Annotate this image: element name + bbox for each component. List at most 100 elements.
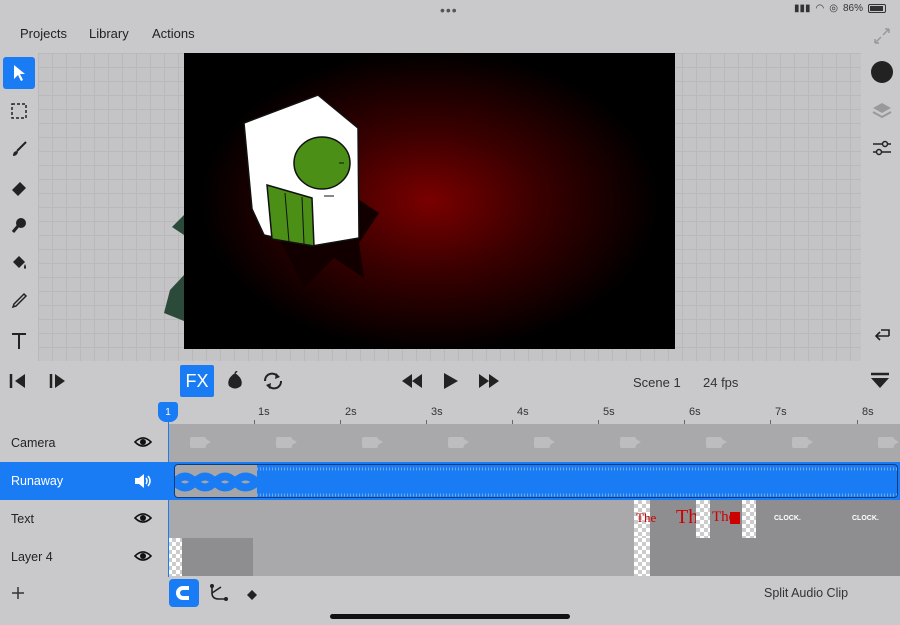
smudge-tool[interactable] <box>3 209 35 241</box>
text-lane[interactable]: The The The CLOCK. CLOCK. <box>168 500 900 538</box>
sliders-icon <box>873 140 891 156</box>
character-artwork <box>243 94 379 288</box>
text-t-icon <box>12 333 26 349</box>
audio-waveform <box>175 465 897 497</box>
current-color-icon <box>871 61 893 83</box>
adjustments-button[interactable] <box>868 134 896 162</box>
empty-frame <box>634 538 650 576</box>
undo-arrow-icon <box>874 329 890 341</box>
color-swatch-button[interactable] <box>868 58 896 86</box>
prev-frame-button[interactable] <box>8 372 28 395</box>
path-tool-button[interactable] <box>209 583 229 608</box>
layers-button[interactable] <box>868 97 896 125</box>
eraser-icon <box>12 182 26 196</box>
text-frame: CLOCK. <box>852 515 879 522</box>
track-layer-4[interactable]: Layer 4 <box>0 538 168 576</box>
expand-arrows-icon <box>874 28 890 44</box>
stage-canvas[interactable] <box>184 53 675 349</box>
track-label: Layer 4 <box>11 550 53 564</box>
onion-skin-button[interactable] <box>224 370 246 396</box>
text-tool[interactable] <box>3 325 35 357</box>
camera-keyframe-icon <box>792 437 813 448</box>
orientation-lock-icon: ◎ <box>829 3 838 14</box>
battery-icon <box>868 4 886 13</box>
fullscreen-button[interactable] <box>868 22 896 50</box>
wifi-icon: ◠ <box>815 3 825 14</box>
status-indicators: ▮▮▮ ◠ ◎ 86% <box>794 3 886 14</box>
collapse-triangle-icon <box>871 372 889 388</box>
step-forward-icon <box>49 374 65 388</box>
loop-icon <box>264 372 282 390</box>
magnet-icon <box>176 586 189 600</box>
loop-button[interactable] <box>261 371 285 396</box>
brush-icon <box>13 141 27 156</box>
audio-waveform-clip[interactable] <box>174 464 898 498</box>
speaker-icon[interactable] <box>134 473 152 489</box>
smudge-icon <box>11 218 26 233</box>
select-tool[interactable] <box>3 57 35 89</box>
layers-icon <box>872 103 892 119</box>
audio-clip-runaway[interactable] <box>168 462 900 500</box>
playhead[interactable]: 1 <box>158 402 178 422</box>
menu-actions[interactable]: Actions <box>152 26 195 41</box>
brush-tool[interactable] <box>3 133 35 165</box>
ruler-label: 7s <box>775 406 787 418</box>
empty-frame <box>696 500 710 538</box>
multitask-dots-icon[interactable]: ••• <box>440 2 458 18</box>
fill-tool[interactable] <box>3 247 35 279</box>
ruler-label: 1s <box>258 406 270 418</box>
layer-4-lane[interactable] <box>168 538 900 576</box>
eyedropper-tool[interactable] <box>3 285 35 317</box>
split-audio-clip-button[interactable]: Split Audio Clip <box>764 586 848 600</box>
snap-button[interactable] <box>169 579 199 607</box>
camera-keyframe-icon <box>878 437 899 448</box>
paint-bucket-icon <box>13 256 26 269</box>
track-text[interactable]: Text <box>0 500 168 538</box>
arrow-cursor-icon <box>14 65 25 81</box>
text-frame-block <box>730 512 740 524</box>
ruler-label: 5s <box>603 406 615 418</box>
track-camera[interactable]: Camera <box>0 424 168 462</box>
timeline-ruler[interactable]: 1s 2s 3s 4s 5s 6s 7s 8s <box>168 402 900 425</box>
menu-projects[interactable]: Projects <box>20 26 67 41</box>
fps-selector[interactable]: 24 fps <box>703 375 738 390</box>
add-track-button[interactable] <box>10 585 26 606</box>
camera-keyframe-icon <box>448 437 469 448</box>
scene-selector[interactable]: Scene 1 <box>633 375 681 390</box>
layer-4-clip[interactable] <box>634 538 900 576</box>
eye-icon[interactable] <box>134 549 152 563</box>
home-indicator[interactable] <box>330 614 570 619</box>
timeline-collapse-button[interactable] <box>869 372 891 395</box>
ruler-label: 8s <box>862 406 874 418</box>
camera-lane[interactable] <box>168 424 900 462</box>
ruler-label: 4s <box>517 406 529 418</box>
text-frame: The <box>636 510 657 525</box>
next-frame-button[interactable] <box>48 372 68 395</box>
rewind-button[interactable] <box>400 372 424 395</box>
eye-icon[interactable] <box>134 435 152 449</box>
track-runaway[interactable]: Runaway <box>0 462 168 500</box>
play-button[interactable] <box>441 371 461 396</box>
layer-4-clip[interactable] <box>182 538 253 576</box>
eraser-tool[interactable] <box>3 171 35 203</box>
step-back-icon <box>9 374 25 388</box>
ruler-label: 6s <box>689 406 701 418</box>
fast-forward-button[interactable] <box>477 372 501 395</box>
fast-forward-icon <box>479 374 499 388</box>
track-label: Camera <box>11 436 56 450</box>
playhead-line <box>168 420 169 577</box>
empty-frame <box>168 538 182 576</box>
onion-icon <box>228 370 242 389</box>
dashed-square-icon <box>11 103 27 119</box>
ruler-label: 2s <box>345 406 357 418</box>
plus-icon <box>12 587 24 599</box>
camera-keyframe-icon <box>276 437 297 448</box>
menu-library[interactable]: Library <box>89 26 129 41</box>
diamond-icon <box>247 590 257 600</box>
fx-button[interactable]: FX <box>180 365 214 397</box>
text-frame: CLOCK. <box>774 515 801 522</box>
undo-button[interactable] <box>868 318 896 346</box>
marquee-tool[interactable] <box>3 95 35 127</box>
eye-icon[interactable] <box>134 511 152 525</box>
keyframe-button[interactable] <box>246 588 258 606</box>
